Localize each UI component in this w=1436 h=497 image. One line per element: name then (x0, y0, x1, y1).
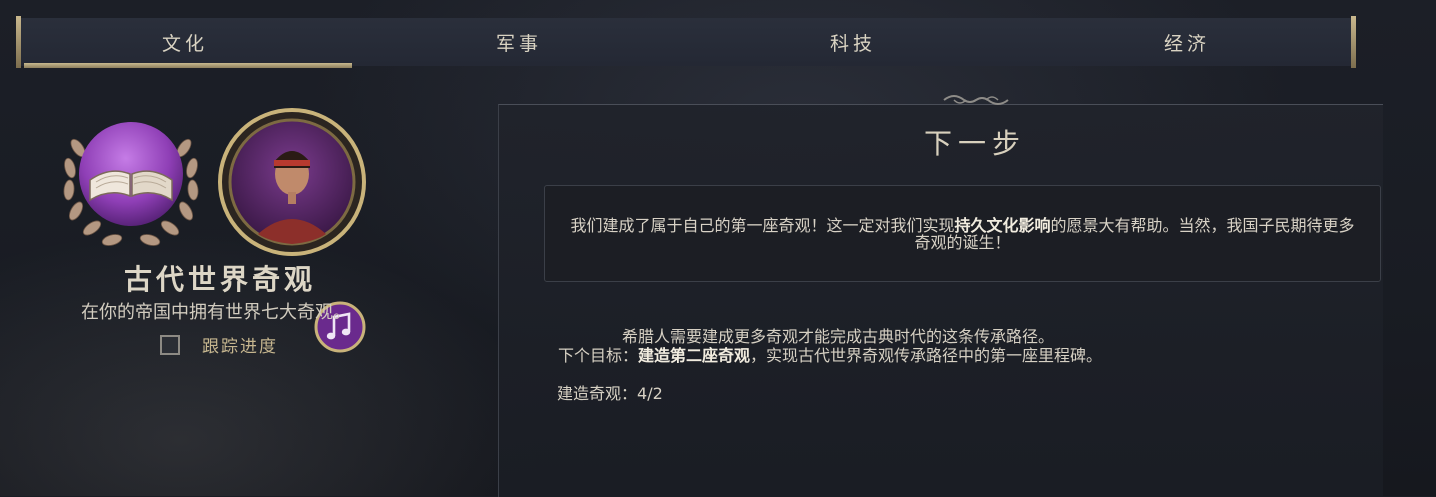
ornament-icon (943, 95, 1009, 105)
track-progress-label: 跟踪进度 (202, 337, 278, 357)
legacy-title: 古代世界奇观 (123, 263, 316, 296)
next-goal-text: 下个目标：建造第二座奇观，实现古代世界奇观传承路径中的第一座里程碑。 (558, 347, 1358, 364)
requirement-text: 希腊人需要建成更多奇观才能完成古典时代的这条传承路径。 (622, 327, 1055, 346)
next-goal-prefix: 下个目标： (558, 346, 639, 365)
next-goal-suffix: ，实现古代世界奇观传承路径中的第一座里程碑。 (750, 346, 1103, 365)
track-progress[interactable]: 跟踪进度 (160, 332, 278, 357)
wonder-counter-label: 建造奇观： (557, 384, 638, 403)
wonder-counter-value: 4/2 (637, 384, 663, 403)
next-step-title: 下一步 (923, 127, 1026, 160)
achievement-message: 我们建成了属于自己的第一座奇观！这一定对我们实现持久文化影响的愿景大有帮助。当然… (544, 185, 1381, 282)
next-goal-highlight: 建造第二座奇观 (638, 346, 751, 365)
achievement-text: 我们建成了属于自己的第一座奇观！这一定对我们实现持久文化影响的愿景大有帮助。当然… (568, 217, 1358, 251)
leader-portrait (218, 108, 366, 256)
wonder-counter: 建造奇观：4/2 (557, 380, 663, 404)
tab-bar: 文化 军事 科技 经济 (16, 16, 1356, 68)
tab-economy[interactable]: 经济 (1020, 18, 1354, 66)
achievement-text-start: 我们建成了属于自己的第一座奇观！这一定对我们实现 (570, 215, 955, 235)
open-book-icon (63, 122, 199, 246)
legacy-description: 在你的帝国中拥有世界七大奇观。 (81, 302, 351, 323)
tab-bar-right-cap (1351, 16, 1356, 68)
track-progress-checkbox[interactable] (160, 334, 180, 355)
tab-culture[interactable]: 文化 (18, 18, 352, 68)
next-goal-info: 希腊人需要建成更多奇观才能完成古典时代的这条传承路径。 下个目标：建造第二座奇观… (558, 327, 1358, 364)
tab-science[interactable]: 科技 (686, 18, 1020, 66)
tab-military[interactable]: 军事 (352, 18, 686, 66)
next-step-panel (498, 104, 1383, 497)
